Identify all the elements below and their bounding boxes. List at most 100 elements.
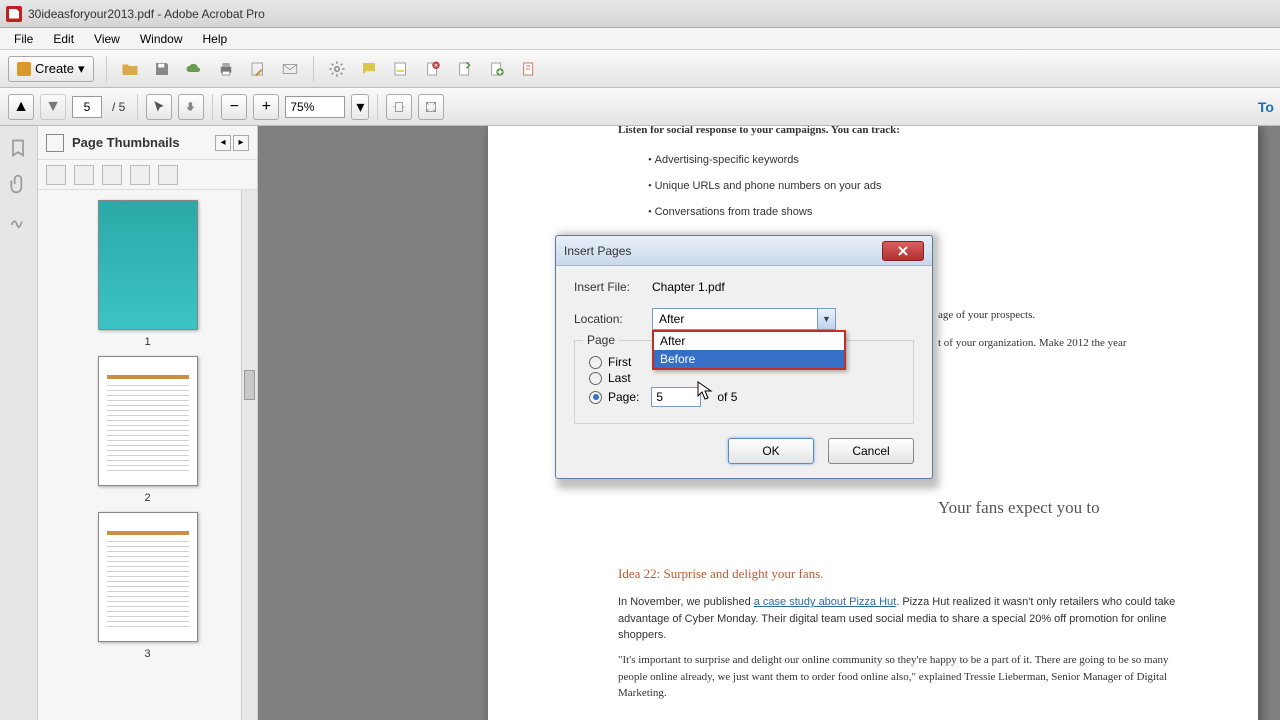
thumbnail-3[interactable]: 3 xyxy=(98,512,198,660)
insert-file-value: Chapter 1.pdf xyxy=(652,280,725,294)
cancel-button[interactable]: Cancel xyxy=(828,438,914,464)
create-button[interactable]: Create ▾ xyxy=(8,56,94,82)
close-button[interactable] xyxy=(882,241,924,261)
page-down-button[interactable]: ▼ xyxy=(40,94,66,120)
doc-bullet: • Conversations from trade shows xyxy=(648,204,812,222)
zoom-dropdown-button[interactable]: ▾ xyxy=(351,94,369,120)
thumbnail-img xyxy=(98,512,198,642)
thumbnails-panel: Page Thumbnails ◂ ▸ 1 2 3 xyxy=(38,126,258,720)
app-icon xyxy=(6,6,22,22)
delete-page-icon[interactable] xyxy=(422,58,444,80)
menu-edit[interactable]: Edit xyxy=(43,30,84,48)
insert-pages-dialog: Insert Pages Insert File: Chapter 1.pdf … xyxy=(555,235,933,479)
save-icon[interactable] xyxy=(151,58,173,80)
thumbs-prev-icon[interactable]: ◂ xyxy=(215,135,231,151)
doc-heading: Idea 22: Surprise and delight your fans. xyxy=(618,564,823,585)
extract-page-icon[interactable] xyxy=(454,58,476,80)
location-option-after[interactable]: After xyxy=(654,332,844,350)
fit-width-icon[interactable] xyxy=(386,94,412,120)
thumbnails-icon xyxy=(46,134,64,152)
thumbnail-num: 2 xyxy=(98,492,198,504)
location-input[interactable] xyxy=(652,308,836,330)
menubar: File Edit View Window Help xyxy=(0,28,1280,50)
doc-bullet: • Advertising-specific keywords xyxy=(648,152,799,170)
hand-tool-icon[interactable] xyxy=(178,94,204,120)
sidebar-rail xyxy=(0,126,38,720)
radio-last[interactable] xyxy=(589,372,602,385)
thumb-tool-1[interactable] xyxy=(46,165,66,185)
thumbnails-header: Page Thumbnails ◂ ▸ xyxy=(38,126,257,160)
zoom-out-button[interactable]: − xyxy=(221,94,247,120)
replace-page-icon[interactable] xyxy=(518,58,540,80)
thumb-tool-2[interactable] xyxy=(74,165,94,185)
select-tool-icon[interactable] xyxy=(146,94,172,120)
location-dropdown: After Before xyxy=(652,330,846,370)
doc-bullet: • Unique URLs and phone numbers on your … xyxy=(648,178,881,196)
titlebar: 30ideasforyour2013.pdf - Adobe Acrobat P… xyxy=(0,0,1280,28)
thumb-tool-4[interactable] xyxy=(130,165,150,185)
create-icon xyxy=(17,62,31,76)
bookmark-icon[interactable] xyxy=(8,138,30,160)
attachments-icon[interactable] xyxy=(8,174,30,196)
location-select[interactable]: ▼ After Before xyxy=(652,308,836,330)
radio-last-row[interactable]: Last xyxy=(589,371,899,385)
radio-first[interactable] xyxy=(589,356,602,369)
zoom-in-button[interactable]: + xyxy=(253,94,279,120)
print-icon[interactable] xyxy=(215,58,237,80)
right-panel-cutoff: To xyxy=(1258,99,1274,115)
doc-link[interactable]: a case study about Pizza Hut xyxy=(754,596,896,608)
doc-paragraph: In November, we published a case study a… xyxy=(618,594,1178,644)
titlebar-text: 30ideasforyour2013.pdf - Adobe Acrobat P… xyxy=(28,7,265,21)
gear-icon[interactable] xyxy=(326,58,348,80)
cloud-icon[interactable] xyxy=(183,58,205,80)
insert-file-label: Insert File: xyxy=(574,280,638,294)
menu-window[interactable]: Window xyxy=(130,30,193,48)
page-of-label: of 5 xyxy=(717,390,737,404)
create-label: Create xyxy=(35,61,74,76)
thumbnail-num: 3 xyxy=(98,648,198,660)
dialog-title: Insert Pages xyxy=(564,244,631,258)
close-icon xyxy=(897,245,909,257)
page-group-label: Page xyxy=(583,333,619,347)
menu-view[interactable]: View xyxy=(84,30,130,48)
open-icon[interactable] xyxy=(119,58,141,80)
scrollbar-handle[interactable] xyxy=(244,370,255,400)
menu-file[interactable]: File xyxy=(4,30,43,48)
signatures-icon[interactable] xyxy=(8,210,30,232)
toolbar-nav: ▲ ▼ / 5 − + ▾ To xyxy=(0,88,1280,126)
page-number-input[interactable] xyxy=(72,96,102,118)
doc-text: age of your prospects. xyxy=(938,307,1035,325)
doc-paragraph: "It's important to surprise and delight … xyxy=(618,652,1188,702)
thumbnails-toolbar xyxy=(38,160,257,190)
radio-page-row[interactable]: Page: of 5 xyxy=(589,387,899,407)
radio-page[interactable] xyxy=(589,391,602,404)
doc-text: t of your organization. Make 2012 the ye… xyxy=(938,335,1127,353)
thumbnail-img xyxy=(98,200,198,330)
menu-help[interactable]: Help xyxy=(193,30,238,48)
thumbs-next-icon[interactable]: ▸ xyxy=(233,135,249,151)
thumbnail-num: 1 xyxy=(98,336,198,348)
doc-text: Your fans expect you to xyxy=(938,494,1100,521)
thumbnail-1[interactable]: 1 xyxy=(98,200,198,348)
thumbnail-2[interactable]: 2 xyxy=(98,356,198,504)
radio-page-label: Page: xyxy=(608,390,639,404)
thumbnails-scrollbar[interactable] xyxy=(241,190,257,720)
highlight-icon[interactable] xyxy=(390,58,412,80)
doc-text: Listen for social response to your campa… xyxy=(618,126,900,140)
fit-page-icon[interactable] xyxy=(418,94,444,120)
thumbnail-img xyxy=(98,356,198,486)
insert-page-icon[interactable] xyxy=(486,58,508,80)
page-up-button[interactable]: ▲ xyxy=(8,94,34,120)
thumb-tool-3[interactable] xyxy=(102,165,122,185)
dialog-titlebar[interactable]: Insert Pages xyxy=(556,236,932,266)
location-option-before[interactable]: Before xyxy=(654,350,844,368)
chevron-down-icon[interactable]: ▼ xyxy=(817,309,835,329)
page-value-input[interactable] xyxy=(651,387,701,407)
zoom-select[interactable] xyxy=(285,96,345,118)
thumb-tool-5[interactable] xyxy=(158,165,178,185)
mail-icon[interactable] xyxy=(279,58,301,80)
ok-button[interactable]: OK xyxy=(728,438,814,464)
comment-icon[interactable] xyxy=(358,58,380,80)
radio-first-label: First xyxy=(608,355,631,369)
edit-icon[interactable] xyxy=(247,58,269,80)
